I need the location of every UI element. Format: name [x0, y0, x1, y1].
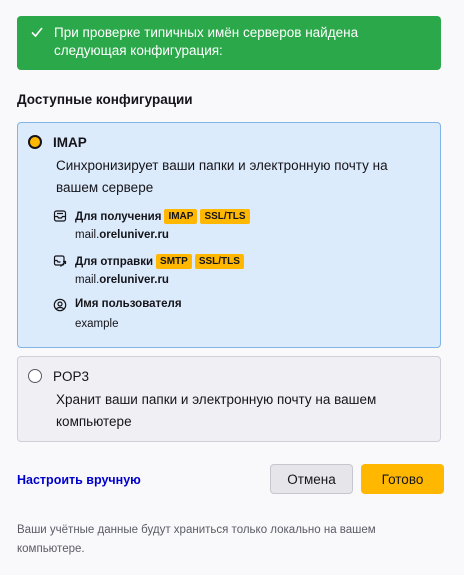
outgoing-protocol-badge: SMTP: [156, 254, 192, 269]
imap-radio[interactable]: [28, 135, 42, 149]
outgoing-title: Для отправки SMTP SSL/TLS: [75, 254, 244, 269]
success-message: При проверке типичных имён серверов найд…: [54, 25, 359, 58]
config-description: Синхронизирует ваши папки и электронную …: [56, 158, 388, 195]
incoming-protocol-badge: IMAP: [164, 209, 198, 224]
pop3-radio[interactable]: [28, 369, 42, 383]
footer-note: Ваши учётные данные будут храниться толь…: [17, 524, 376, 555]
config-option-imap[interactable]: IMAP Синхронизирует ваши папки и электро…: [17, 122, 441, 348]
incoming-title: Для получения IMAP SSL/TLS: [75, 209, 250, 224]
outgoing-server: mail.oreluniver.ru: [75, 274, 169, 286]
outbox-icon: [53, 255, 67, 267]
user-icon: [53, 298, 67, 312]
cancel-button[interactable]: Отмена: [270, 464, 353, 494]
section-title: Доступные конфигурации: [17, 92, 193, 107]
incoming-server: mail.oreluniver.ru: [75, 229, 169, 241]
username-label: Имя пользователя: [75, 298, 182, 310]
config-option-pop3[interactable]: POP3 Хранит ваши папки и электронную поч…: [17, 356, 441, 442]
protocol-name: POP3: [53, 369, 90, 384]
success-banner: При проверке типичных имён серверов найд…: [17, 16, 441, 70]
inbox-icon: [53, 210, 67, 222]
manual-config-link[interactable]: Настроить вручную: [17, 473, 141, 487]
username-value: example: [75, 318, 119, 330]
outgoing-security-badge: SSL/TLS: [194, 254, 244, 269]
config-description: Хранит ваши папки и электронную почту на…: [56, 392, 377, 429]
done-button[interactable]: Готово: [361, 464, 444, 494]
protocol-name: IMAP: [53, 135, 87, 150]
incoming-security-badge: SSL/TLS: [200, 209, 250, 224]
checkmark-icon: [31, 27, 43, 38]
